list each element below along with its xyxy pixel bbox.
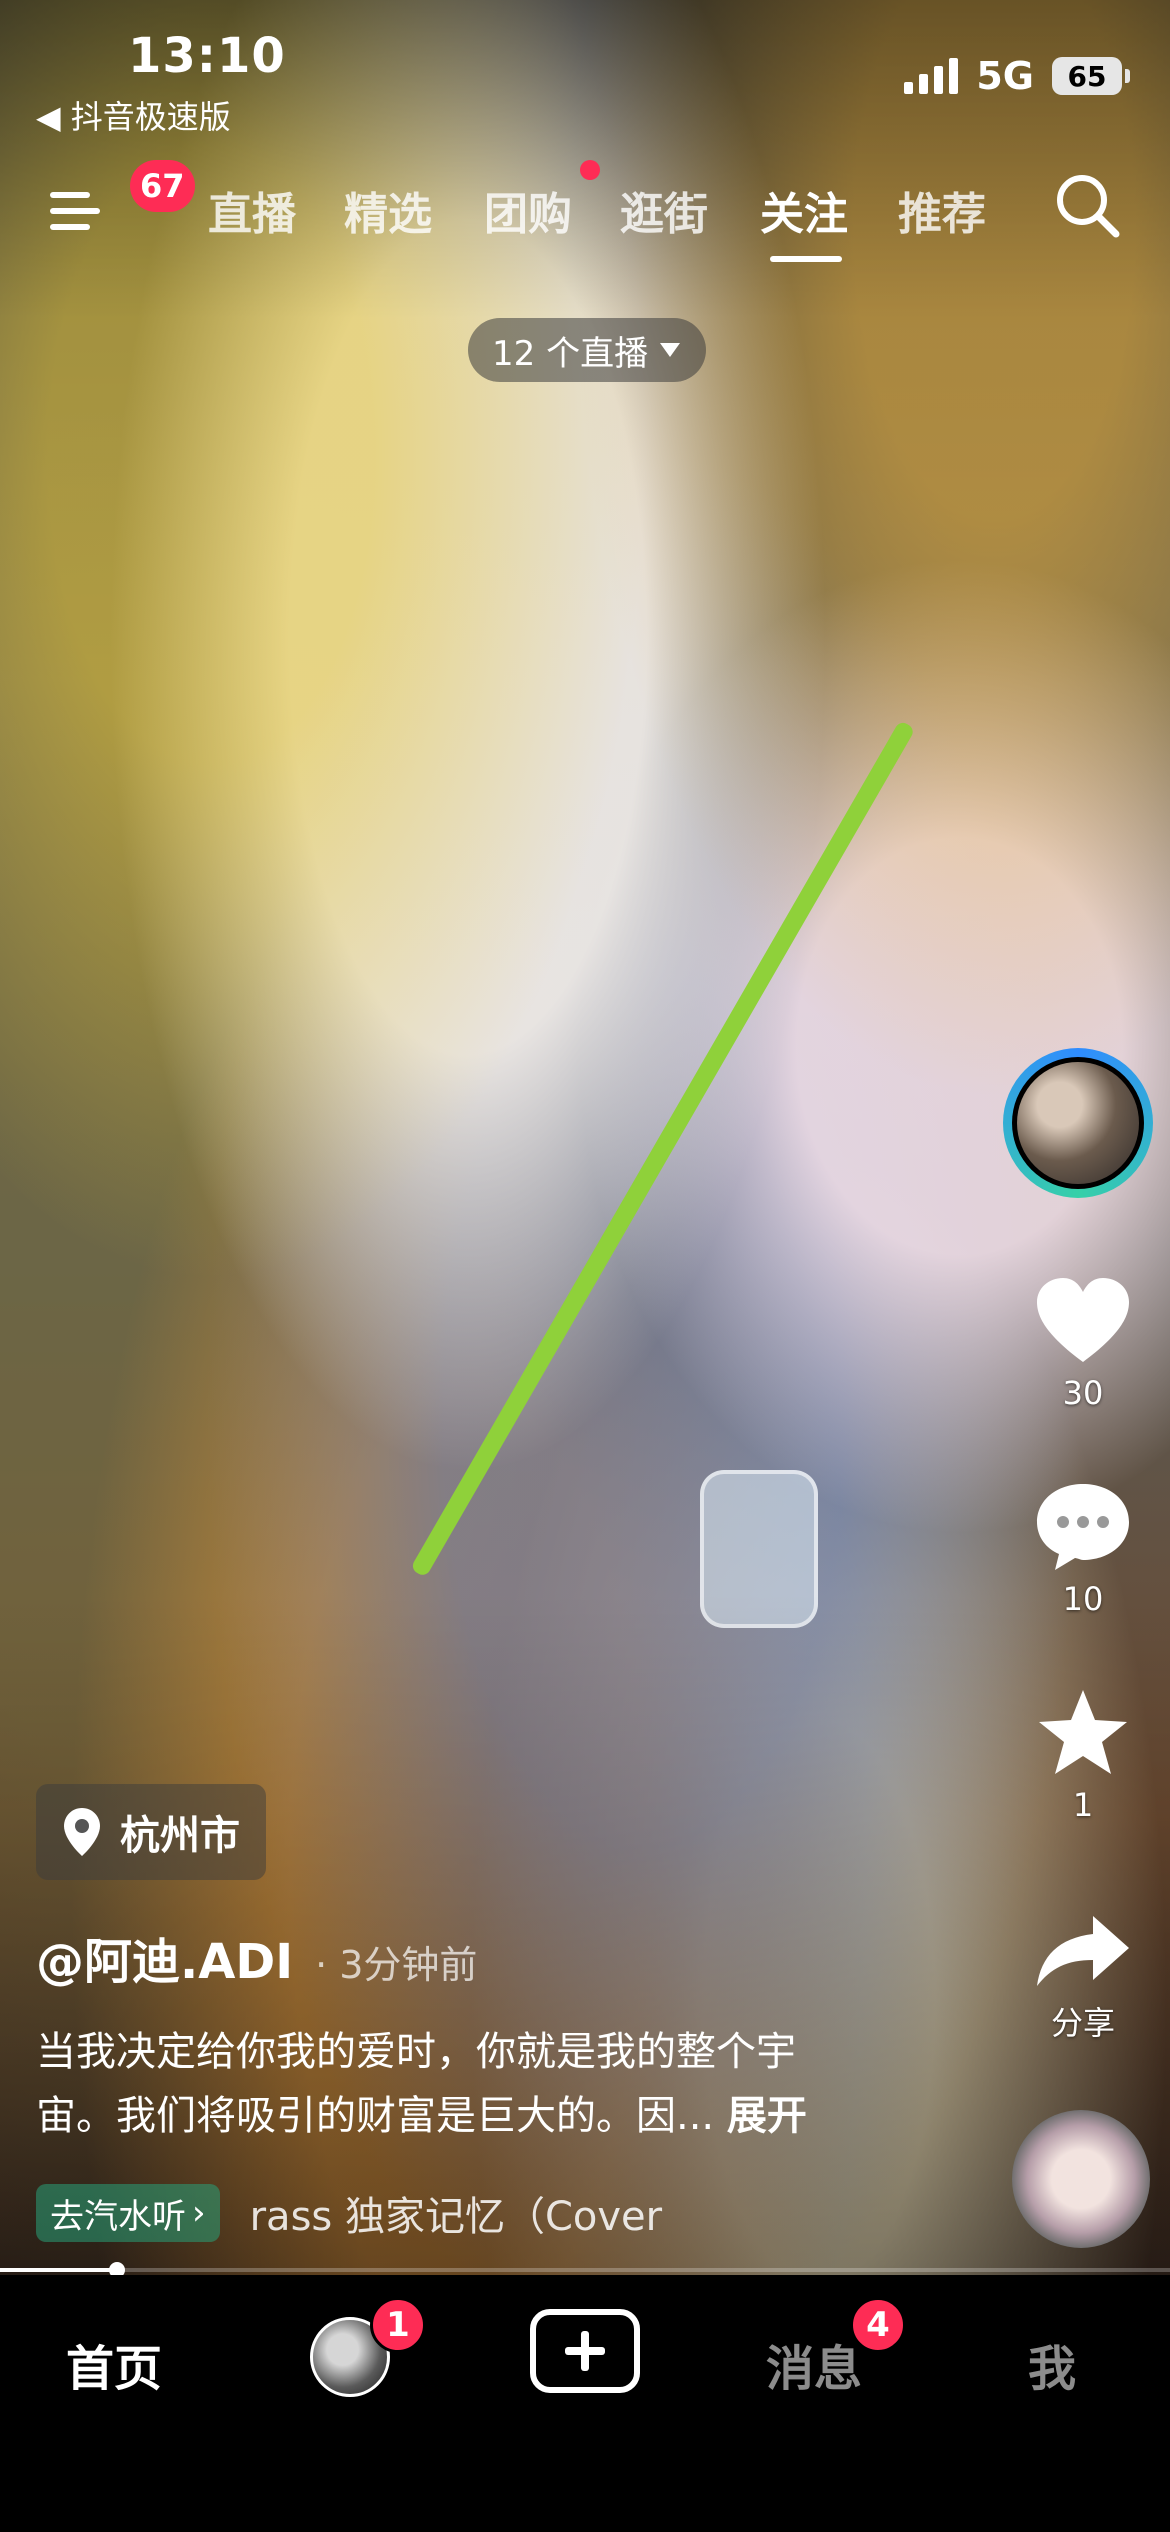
menu-icon	[50, 192, 90, 198]
like-button[interactable]: 30	[1020, 1276, 1146, 1412]
share-button[interactable]: 分享	[1020, 1910, 1146, 2044]
tab-group-buy[interactable]: 团购	[484, 178, 572, 242]
post-description[interactable]: 当我决定给你我的爱时，你就是我的整个宇 宙。我们将吸引的财富是巨大的。因... …	[36, 2020, 906, 2148]
tab-group-buy-dot	[580, 160, 600, 180]
app-screen: 13:10 ◀ 抖音极速版 5G 65 67 直播 精选 团购 逛街 关注 推荐…	[0, 0, 1170, 2532]
messages-badge: 4	[850, 2297, 906, 2353]
music-disc[interactable]	[1012, 2110, 1150, 2248]
tab-me[interactable]: 我	[1028, 2329, 1076, 2399]
location-text: 杭州市	[120, 1813, 240, 1859]
progress-fill	[0, 2268, 117, 2272]
video-fishing-pole	[410, 720, 916, 1578]
live-count-text: 12 个直播	[492, 333, 649, 374]
signal-icon	[904, 58, 959, 94]
share-label: 分享	[1050, 2004, 1115, 2042]
video-bottle	[700, 1470, 818, 1628]
tab-recommended[interactable]: 推荐	[898, 178, 986, 242]
tab-featured[interactable]: 精选	[344, 178, 432, 242]
favorite-button[interactable]: 1	[1020, 1686, 1146, 1824]
menu-badge: 67	[130, 160, 195, 212]
music-row[interactable]: 去汽水听 › rass 独家记忆（Cover	[36, 2184, 662, 2242]
tab-following[interactable]: 关注	[760, 178, 848, 242]
location-pin-icon	[64, 1808, 100, 1856]
video-progress-bar[interactable]	[0, 2262, 1170, 2278]
favorite-count: 1	[1072, 1786, 1094, 1824]
live-count-pill[interactable]: 12 个直播	[468, 318, 707, 382]
share-icon	[1037, 1916, 1129, 1986]
author-name[interactable]: @阿迪.ADI	[36, 1922, 293, 1992]
comment-icon	[1037, 1484, 1129, 1570]
comment-count: 10	[1062, 1580, 1104, 1618]
status-indicators: 5G 65	[904, 54, 1130, 98]
chevron-right-icon: ›	[192, 2193, 206, 2233]
tab-home[interactable]: 首页	[66, 2329, 162, 2399]
music-chip-label: 去汽水听	[50, 2196, 186, 2237]
author-row: @阿迪.ADI · 3分钟前	[36, 1922, 477, 1992]
chevron-down-icon	[660, 343, 681, 357]
music-app-chip[interactable]: 去汽水听 ›	[36, 2184, 220, 2242]
tab-messages[interactable]: 消息	[766, 2329, 862, 2399]
heart-icon	[1037, 1278, 1129, 1362]
post-time: · 3分钟前	[315, 1943, 478, 1987]
top-nav: 67 直播 精选 团购 逛街 关注 推荐	[0, 160, 1170, 262]
music-title: rass 独家记忆（Cover	[249, 2194, 663, 2240]
network-type: 5G	[976, 54, 1034, 98]
location-tag[interactable]: 杭州市	[36, 1784, 266, 1880]
plus-icon	[565, 2331, 605, 2371]
avatar-image	[1017, 1062, 1139, 1184]
author-avatar[interactable]	[1003, 1048, 1153, 1198]
bottom-tab-bar: 首页 1 消息 4 我	[0, 2275, 1170, 2532]
tab-live[interactable]: 直播	[208, 178, 296, 242]
back-to-app-link[interactable]: ◀ 抖音极速版	[36, 92, 231, 138]
battery-icon: 65	[1052, 57, 1130, 95]
menu-button[interactable]: 67	[50, 160, 195, 240]
create-post-button[interactable]	[530, 2309, 640, 2393]
comment-button[interactable]: 10	[1020, 1480, 1146, 1618]
search-icon[interactable]	[1052, 170, 1122, 240]
friends-badge: 1	[370, 2297, 426, 2353]
status-time: 13:10	[128, 28, 286, 84]
star-icon	[1039, 1690, 1127, 1774]
like-count: 30	[1062, 1374, 1104, 1412]
tab-shopping[interactable]: 逛街	[620, 178, 708, 242]
description-line-2: 宙。我们将吸引的财富是巨大的。因...	[36, 2093, 715, 2139]
tab-active-indicator	[770, 256, 842, 262]
description-line-1: 当我决定给你我的爱时，你就是我的整个宇	[36, 2029, 796, 2075]
expand-link[interactable]: 展开	[727, 2093, 807, 2139]
